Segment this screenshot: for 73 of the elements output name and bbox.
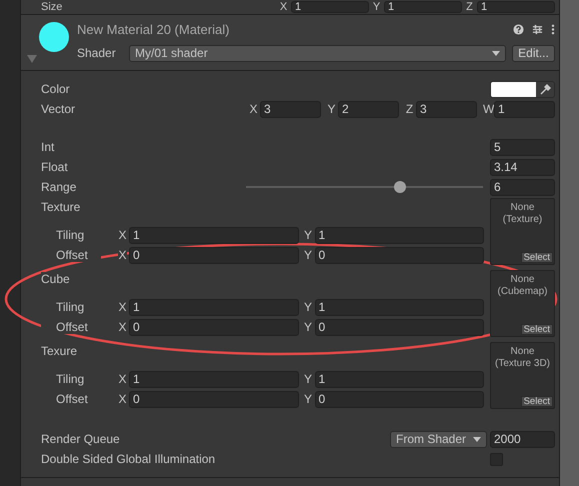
- axis-label: X: [249, 102, 258, 116]
- material-preview-icon: [39, 22, 69, 52]
- number-field[interactable]: 6: [490, 178, 555, 196]
- select-button[interactable]: Select: [520, 252, 553, 263]
- axis-label: Y: [327, 102, 336, 116]
- property-label: Color: [41, 82, 70, 96]
- number-field[interactable]: 1: [129, 298, 298, 316]
- property-label: Texure: [41, 344, 78, 358]
- caret-icon: [473, 436, 481, 442]
- axis-label: X: [118, 392, 127, 406]
- help-icon[interactable]: [513, 24, 524, 34]
- axis-label: Y: [372, 1, 381, 13]
- shader-dropdown[interactable]: My/01 shader: [129, 44, 506, 62]
- number-field[interactable]: 3: [260, 100, 321, 118]
- property-label: Texture: [41, 200, 80, 214]
- axis-label: Z: [405, 102, 414, 116]
- number-field[interactable]: 0: [129, 318, 298, 336]
- more-icon[interactable]: [551, 24, 555, 34]
- axis-label: W: [483, 102, 492, 116]
- slider-thumb[interactable]: [394, 181, 406, 193]
- texture-slot[interactable]: None (Cubemap) Select: [490, 270, 555, 337]
- number-field[interactable]: 2: [338, 100, 399, 118]
- shader-label: Shader: [77, 46, 117, 60]
- axis-label: Z: [465, 1, 474, 13]
- range-slider[interactable]: [246, 180, 483, 194]
- property-label: Vector: [41, 102, 76, 116]
- property-label: Range: [41, 180, 76, 194]
- number-field[interactable]: 0: [314, 246, 484, 264]
- property-label: Cube: [41, 272, 70, 286]
- number-field[interactable]: 0: [129, 390, 298, 408]
- property-label: Float: [41, 160, 68, 174]
- axis-label: X: [118, 300, 127, 314]
- number-field[interactable]: 1: [314, 226, 484, 244]
- select-button[interactable]: Select: [520, 324, 553, 335]
- number-field[interactable]: 2000: [490, 430, 555, 448]
- axis-label: Y: [304, 228, 312, 242]
- axis-label: Y: [304, 300, 312, 314]
- settings-icon[interactable]: [532, 24, 543, 34]
- axis-label: X: [118, 228, 127, 242]
- number-field[interactable]: 1: [129, 370, 298, 388]
- property-label: Render Queue: [41, 432, 120, 446]
- axis-label: Y: [304, 372, 312, 386]
- number-field[interactable]: 1: [129, 226, 298, 244]
- axis-label: Y: [304, 248, 312, 262]
- number-field[interactable]: 1: [291, 1, 369, 13]
- number-field[interactable]: 1: [314, 370, 484, 388]
- material-title: New Material 20 (Material): [77, 22, 230, 36]
- color-swatch[interactable]: [491, 82, 536, 96]
- property-label: Double Sided Global Illumination: [41, 452, 216, 466]
- number-field[interactable]: 1: [314, 298, 484, 316]
- property-label: Int: [41, 140, 54, 154]
- axis-label: Y: [304, 320, 312, 334]
- edit-button[interactable]: Edit...: [512, 44, 555, 62]
- texture-slot[interactable]: None (Texture 3D) Select: [490, 342, 555, 409]
- number-field[interactable]: 5: [490, 138, 555, 156]
- texture-slot[interactable]: None (Texture) Select: [490, 198, 555, 265]
- number-field[interactable]: 1: [384, 1, 462, 13]
- property-label: Size: [41, 1, 62, 13]
- axis-label: X: [279, 1, 288, 13]
- select-button[interactable]: Select: [520, 396, 553, 407]
- number-field[interactable]: 1: [494, 100, 555, 118]
- number-field[interactable]: 0: [129, 246, 298, 264]
- number-field[interactable]: 0: [314, 390, 484, 408]
- caret-icon: [492, 50, 500, 56]
- axis-label: X: [118, 372, 127, 386]
- number-field[interactable]: 0: [314, 318, 484, 336]
- render-queue-dropdown[interactable]: From Shader: [390, 430, 487, 448]
- number-field[interactable]: 1: [477, 1, 555, 13]
- axis-label: Y: [304, 392, 312, 406]
- axis-label: X: [118, 320, 127, 334]
- axis-label: X: [118, 248, 127, 262]
- number-field[interactable]: 3.14: [490, 158, 555, 176]
- number-field[interactable]: 3: [416, 100, 477, 118]
